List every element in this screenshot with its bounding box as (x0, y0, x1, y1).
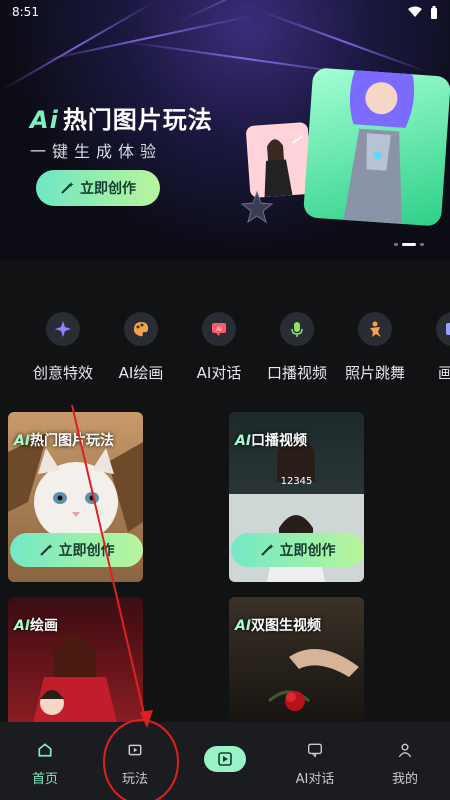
dance-icon (358, 312, 392, 346)
category-label: 创意特效 (32, 364, 93, 382)
banner-title: Ai 热门图片玩法 (30, 100, 213, 135)
feature-card-painting[interactable]: AI绘画 (8, 597, 143, 727)
category-label: AI绘画 (118, 364, 164, 382)
bottom-tab-bar: 首页 玩法 AI对话 我的 (0, 722, 450, 800)
tab-create[interactable] (180, 722, 270, 800)
tab-ai-chat[interactable]: AI对话 (270, 722, 360, 800)
ai-chat-icon (308, 743, 322, 758)
user-icon (398, 743, 412, 758)
banner-title-text: 热门图片玩法 (62, 106, 213, 134)
card-title: AI热门图片玩法 (14, 430, 137, 450)
category-ai-chat[interactable]: AI AI对话 (180, 312, 258, 392)
card-title-ai: AI (14, 433, 31, 449)
wifi-icon (408, 6, 422, 17)
category-label: 照片跳舞 (344, 364, 405, 382)
magic-wand-icon (61, 182, 74, 194)
card-title: AI双图生视频 (235, 615, 358, 635)
pagination-dot (394, 243, 398, 246)
play-card-icon (128, 744, 142, 756)
tab-home[interactable]: 首页 (0, 722, 90, 800)
tab-play[interactable]: 玩法 (90, 722, 180, 800)
banner-thumbnail (245, 121, 313, 199)
card-title-ai: AI (235, 433, 252, 449)
category-photo-dance[interactable]: 照片跳舞 (336, 312, 414, 392)
card-title-text: 热门图片玩法 (30, 433, 115, 449)
category-creative-effects[interactable]: 创意特效 (24, 312, 102, 392)
card-title-ai: AI (14, 618, 31, 634)
pagination-dot-active (402, 243, 416, 246)
tab-mine[interactable]: 我的 (360, 722, 450, 800)
feature-card-hot-pictures[interactable]: AI热门图片玩法 立即创作 (8, 412, 143, 582)
banner-create-button[interactable]: 立即创作 (36, 170, 160, 206)
tab-ai-chat-label: AI对话 (295, 772, 335, 787)
card-title-text: 口播视频 (251, 433, 308, 449)
category-label: 口播视频 (266, 364, 327, 382)
ai-chat-icon: AI (202, 312, 236, 346)
palette-icon (124, 312, 158, 346)
category-ai-painting[interactable]: AI绘画 (102, 312, 180, 392)
pagination-dot (420, 243, 424, 246)
home-icon (38, 743, 52, 757)
star-decoration-icon (240, 190, 274, 224)
tab-play-label: 玩法 (121, 772, 148, 787)
category-gallery[interactable]: 画廊 (414, 312, 450, 392)
category-label: AI对话 (196, 364, 242, 382)
feature-card-dual-image-video[interactable]: AI双图生视频 (229, 597, 364, 727)
category-voice-video[interactable]: 口播视频 (258, 312, 336, 392)
magic-wand-icon (39, 544, 53, 556)
card-title-ai: AI (235, 618, 252, 634)
banner-pagination (394, 243, 424, 246)
card-title: AI绘画 (14, 615, 137, 635)
card-title-text: 双图生视频 (251, 618, 322, 634)
video-create-icon (218, 752, 232, 766)
banner-title-ai: Ai (30, 106, 59, 134)
tab-mine-label: 我的 (391, 772, 418, 787)
svg-text:AI: AI (216, 326, 222, 333)
status-bar: 8:51 (0, 0, 450, 24)
banner-subtitle: 一键生成体验 (30, 142, 163, 161)
banner-create-label: 立即创作 (80, 181, 136, 197)
sparkle-icon (46, 312, 80, 346)
card-title: AI口播视频 (235, 430, 358, 450)
microphone-icon (280, 312, 314, 346)
status-icons (408, 5, 438, 19)
card-counter-text: 12345 (280, 476, 313, 487)
card-create-label: 立即创作 (58, 543, 115, 559)
banner-hero-image (302, 67, 450, 227)
status-time: 8:51 (12, 5, 39, 19)
battery-icon (431, 5, 437, 19)
create-video-button[interactable] (204, 746, 246, 772)
card-create-button[interactable]: 立即创作 (231, 533, 364, 567)
card-title-text: 绘画 (30, 618, 59, 634)
tab-home-label: 首页 (31, 772, 58, 787)
card-create-button[interactable]: 立即创作 (10, 533, 143, 567)
feature-card-voice-video[interactable]: AI口播视频 12345 立即创作 (229, 412, 364, 582)
card-create-label: 立即创作 (279, 543, 336, 559)
category-label: 画廊 (437, 364, 450, 382)
magic-wand-icon (260, 544, 274, 556)
hero-banner[interactable]: Ai 热门图片玩法 一键生成体验 立即创作 (0, 0, 450, 260)
category-row: 创意特效 AI绘画 AI AI对话 口播视频 照片跳舞 画廊 (0, 312, 450, 392)
gallery-icon (436, 312, 450, 346)
